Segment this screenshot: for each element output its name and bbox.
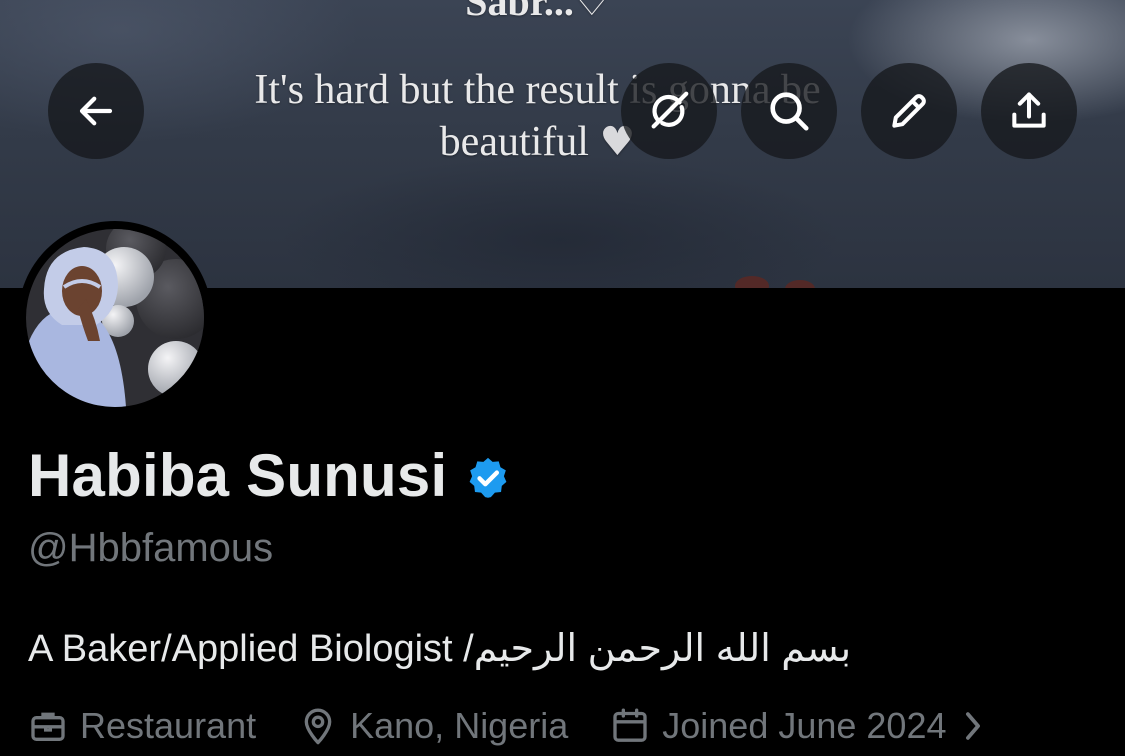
search-button[interactable]: [741, 63, 837, 159]
location-pin-icon: [304, 708, 332, 745]
joined-date-link[interactable]: Joined June 2024: [610, 702, 996, 750]
banner-decoration: [785, 280, 815, 288]
calendar-icon: [613, 708, 647, 742]
avatar-photo: [26, 229, 204, 407]
arrow-left-icon: [79, 96, 113, 126]
chevron-right-icon: [965, 712, 980, 740]
profile-page: Sabr...♡ It's hard but the result is gon…: [0, 0, 1125, 756]
location-label: Kano, Nigeria: [350, 705, 569, 746]
briefcase-icon: [31, 712, 65, 741]
grok-button[interactable]: [621, 63, 717, 159]
edit-button[interactable]: [861, 63, 957, 159]
pencil-icon: [892, 94, 926, 128]
grok-icon: [651, 91, 689, 129]
bio-text: A Baker/Applied Biologist /: [28, 628, 474, 670]
location-item: Kano, Nigeria: [298, 702, 568, 750]
share-button[interactable]: [981, 63, 1077, 159]
search-icon: [770, 92, 809, 131]
verified-badge-icon[interactable]: [465, 455, 511, 501]
joined-label: Joined June 2024: [662, 705, 947, 746]
bio-arabic-text: بسم الله الرحمن الرحيم: [473, 628, 852, 670]
profile-meta-row: Restaurant Kano, Nigeria Joined June 202…: [28, 702, 997, 750]
banner-text-line-0: Sabr...♡: [465, 0, 610, 24]
avatar[interactable]: [18, 221, 212, 415]
share-icon: [1012, 92, 1046, 128]
back-button[interactable]: [48, 63, 144, 159]
banner-decoration: [735, 276, 769, 288]
category-item: Restaurant: [28, 702, 256, 750]
profile-name-row: Habiba Sunusi: [28, 440, 511, 512]
profile-handle: @Hbbfamous: [28, 526, 274, 570]
category-label: Restaurant: [80, 705, 257, 746]
profile-bio: A Baker/Applied Biologist /بسم الله الرح…: [28, 625, 851, 673]
display-name: Habiba Sunusi: [28, 442, 448, 509]
